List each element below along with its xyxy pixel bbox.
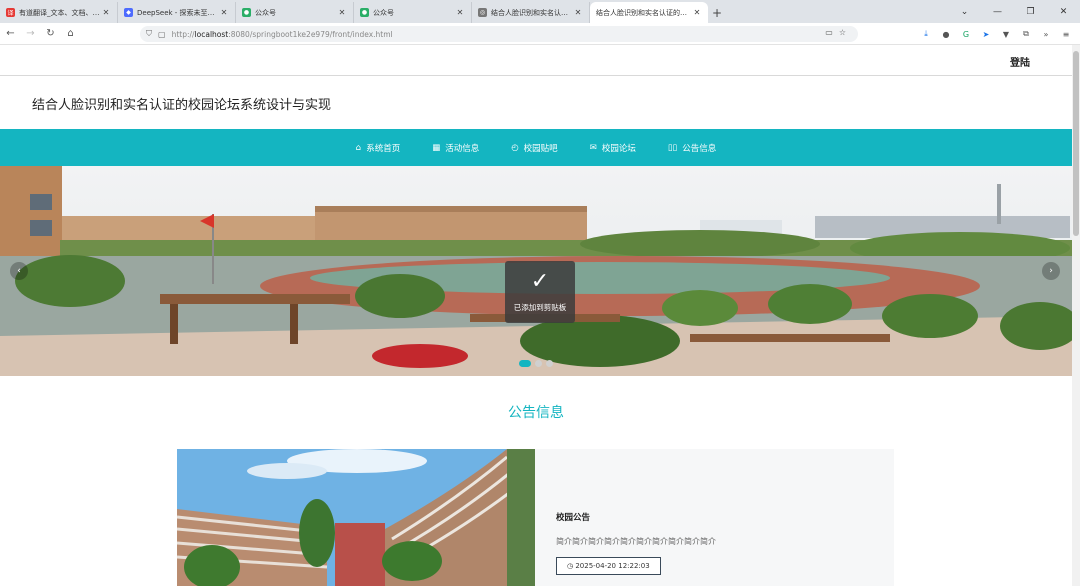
home-icon[interactable]: ⌂	[61, 24, 80, 44]
more-extensions-icon[interactable]: »	[1038, 26, 1054, 42]
nav-item[interactable]: ▯▯ 公告信息	[668, 142, 716, 154]
main-nav: ⌂ 系统首页 ▦ 活动信息 ◴ 校园贴吧 ✉ 校园论坛 ▯▯ 公告信息	[0, 129, 1072, 166]
notice-image	[177, 449, 535, 586]
page-icon: ▢	[158, 29, 166, 39]
nav-item-label: 公告信息	[682, 143, 717, 154]
toast-message: 已添加到剪贴板	[513, 303, 567, 312]
tab-title: 结合人脸识别和实名认证的校园	[491, 8, 573, 17]
browser-tab[interactable]: ● 公众号 ✕	[236, 2, 354, 23]
notice-body: 校园公告 简介简介简介简介简介简介简介简介简介简介 ◷ 2025-04-20 1…	[556, 511, 886, 575]
tab-title: 结合人脸识别和实名认证的校园论坛	[596, 8, 692, 17]
scrollbar-thumb[interactable]	[1073, 51, 1079, 236]
carousel-dots	[519, 360, 553, 367]
browser-tab[interactable]: ◎ 结合人脸识别和实名认证的校园✕	[472, 2, 590, 23]
address-bar[interactable]: ⛉ ▢ http://localhost:8080/springboot1ke2…	[140, 26, 858, 42]
carousel-dot[interactable]	[535, 360, 542, 367]
notice-date: ◷ 2025-04-20 12:22:03	[556, 557, 661, 575]
notice-section-title: 公告信息	[508, 405, 564, 421]
grammarly-icon[interactable]: G	[958, 26, 974, 42]
tab-title: 公众号	[373, 8, 394, 17]
tab-close-icon[interactable]: ✕	[101, 8, 111, 17]
page-scrollbar[interactable]	[1072, 45, 1080, 586]
carousel-dot[interactable]	[546, 360, 553, 367]
login-link[interactable]: 登陆	[1010, 54, 1030, 69]
nav-item[interactable]: ◴ 校园贴吧	[511, 142, 557, 154]
nav-item-label: 校园论坛	[601, 143, 636, 154]
shield-icon[interactable]: ⛉	[146, 29, 152, 39]
tab-favicon-icon: ●	[242, 8, 251, 17]
site-title: 结合人脸识别和实名认证的校园论坛系统设计与实现	[32, 98, 332, 113]
browser-toolbar: ← → ↻ ⌂ ⛉ ▢ http://localhost:8080/spring…	[0, 23, 1080, 45]
nav-item-icon: ▦	[432, 142, 441, 153]
browser-tab[interactable]: 译有道翻译_文本、文档、网页、空✕	[0, 2, 118, 23]
download-icon[interactable]: ⤓	[918, 26, 934, 42]
nav-item[interactable]: ✉ 校园论坛	[590, 142, 636, 154]
nav-item[interactable]: ⌂ 系统首页	[356, 142, 400, 154]
notice-title[interactable]: 校园公告	[556, 511, 886, 523]
tab-close-icon[interactable]: ✕	[692, 8, 702, 17]
browser-tab[interactable]: ◆ DeepSeek - 探索未至之境 ✕	[118, 2, 236, 23]
nav-item-label: 活动信息	[445, 143, 480, 154]
tab-favicon-icon: ●	[360, 8, 369, 17]
carousel-next-icon[interactable]: ›	[1042, 262, 1060, 280]
minimize-icon[interactable]: —	[981, 0, 1014, 23]
close-window-icon[interactable]: ✕	[1047, 0, 1080, 23]
puzzle-icon[interactable]: ⧉	[1018, 26, 1034, 42]
nav-item-icon: ✉	[589, 142, 597, 153]
banner-carousel[interactable]: ‹ › ✓ 已添加到剪贴板	[0, 166, 1072, 376]
nav-item-label: 校园贴吧	[523, 143, 558, 154]
nav-item-icon: ⌂	[355, 142, 362, 153]
reload-icon[interactable]: ↻	[41, 24, 60, 44]
carousel-dot[interactable]	[519, 360, 531, 367]
browser-tab[interactable]: 结合人脸识别和实名认证的校园论坛✕	[590, 2, 708, 23]
reader-bookmark-icons[interactable]: ▭☆	[825, 28, 852, 37]
notice-summary: 简介简介简介简介简介简介简介简介简介简介	[556, 537, 716, 546]
clipboard-toast: ✓ 已添加到剪贴板	[505, 261, 575, 323]
tab-title: 有道翻译_文本、文档、网页、空	[19, 8, 101, 17]
tab-close-icon[interactable]: ✕	[455, 8, 465, 17]
menu-icon[interactable]: ≡	[1058, 26, 1074, 42]
notice-card[interactable]: 校园公告 简介简介简介简介简介简介简介简介简介简介 ◷ 2025-04-20 1…	[177, 449, 894, 586]
nav-item-icon: ▯▯	[667, 142, 678, 153]
tab-title: 公众号	[255, 8, 276, 17]
checkmark-icon: ✓	[530, 269, 550, 294]
tab-close-icon[interactable]: ✕	[573, 8, 583, 17]
nav-item-label: 系统首页	[366, 143, 401, 154]
tab-close-icon[interactable]: ✕	[337, 8, 347, 17]
tab-favicon-icon: ◎	[478, 8, 487, 17]
tab-close-icon[interactable]: ✕	[219, 8, 229, 17]
cursor-icon[interactable]: ➤	[978, 26, 994, 42]
url-text[interactable]: http://localhost:8080/springboot1ke2e979…	[172, 30, 393, 39]
carousel-prev-icon[interactable]: ‹	[10, 262, 28, 280]
window-controls: ⌄ — ❐ ✕	[948, 0, 1080, 23]
new-tab-button[interactable]: +	[708, 2, 726, 23]
page-viewport: 登陆 结合人脸识别和实名认证的校园论坛系统设计与实现 ⌂ 系统首页 ▦ 活动信息 ◴ 校园…	[0, 45, 1072, 586]
restore-icon[interactable]: ❐	[1014, 0, 1047, 23]
tab-favicon-icon: 译	[6, 8, 15, 17]
extension-icons: ⤓ ● G ➤ ▼ ⧉ » ≡	[918, 26, 1074, 42]
browser-tab-strip: 译有道翻译_文本、文档、网页、空✕◆DeepSeek - 探索未至之境✕●公众号…	[0, 0, 1080, 23]
extension-icon[interactable]: ●	[938, 26, 954, 42]
tab-favicon-icon: ◆	[124, 8, 133, 17]
filter-icon[interactable]: ▼	[998, 26, 1014, 42]
nav-item[interactable]: ▦ 活动信息	[432, 142, 479, 154]
nav-item-icon: ◴	[511, 142, 519, 153]
tab-title: DeepSeek - 探索未至之境	[137, 8, 219, 17]
browser-tab[interactable]: ● 公众号 ✕	[354, 2, 472, 23]
forward-icon[interactable]: →	[21, 24, 40, 44]
tab-list-icon[interactable]: ⌄	[948, 0, 981, 23]
back-icon[interactable]: ←	[1, 24, 20, 44]
top-bar: 登陆	[0, 45, 1072, 76]
